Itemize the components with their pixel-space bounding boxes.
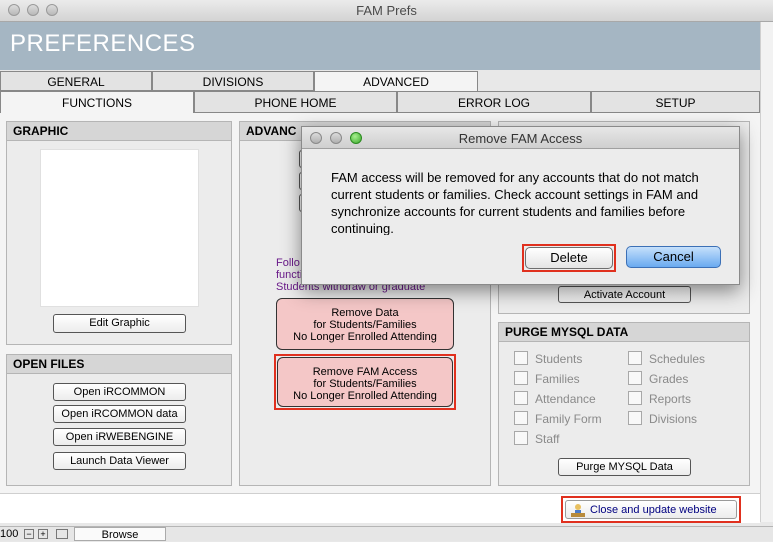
dialog-title: Remove FAM Access bbox=[458, 131, 583, 146]
cancel-button[interactable]: Cancel bbox=[626, 246, 721, 268]
tab-divisions[interactable]: DIVISIONS bbox=[152, 71, 314, 91]
family-form-checkbox[interactable] bbox=[514, 411, 528, 425]
zoom-level: 100 bbox=[0, 528, 19, 540]
graphic-heading: GRAPHIC bbox=[7, 122, 231, 141]
family-form-label: Family Form bbox=[535, 412, 602, 426]
attendance-label: Attendance bbox=[535, 392, 596, 406]
open-irwebengine-button[interactable]: Open iRWEBENGINE bbox=[53, 428, 186, 446]
upload-person-icon bbox=[571, 504, 585, 517]
reports-checkbox[interactable] bbox=[628, 391, 642, 405]
toggle-toolbar-icon[interactable] bbox=[56, 529, 68, 539]
purge-mysql-button[interactable]: Purge MYSQL Data bbox=[558, 458, 691, 476]
families-checkbox[interactable] bbox=[514, 371, 528, 385]
families-label: Families bbox=[535, 372, 580, 386]
tab-general[interactable]: GENERAL bbox=[0, 71, 152, 91]
divisions-checkbox[interactable] bbox=[628, 411, 642, 425]
purge-mysql-heading: PURGE MYSQL DATA bbox=[499, 323, 749, 342]
mode-selector[interactable]: Browse bbox=[74, 527, 166, 541]
edit-graphic-button[interactable]: Edit Graphic bbox=[53, 314, 186, 333]
open-ircommon-button[interactable]: Open iRCOMMON bbox=[53, 383, 186, 401]
staff-label: Staff bbox=[535, 432, 560, 446]
open-files-heading: OPEN FILES bbox=[7, 355, 231, 374]
open-ircommon-data-button[interactable]: Open iRCOMMON data bbox=[53, 405, 186, 423]
remove-data-button[interactable]: Remove Data for Students/Families No Lon… bbox=[276, 298, 454, 350]
staff-checkbox[interactable] bbox=[514, 431, 528, 445]
reports-label: Reports bbox=[649, 392, 692, 406]
tab-advanced[interactable]: ADVANCED bbox=[314, 71, 478, 92]
tab-setup[interactable]: SETUP bbox=[591, 91, 760, 113]
grades-checkbox[interactable] bbox=[628, 371, 642, 385]
vertical-scrollbar[interactable] bbox=[760, 22, 773, 522]
schedules-checkbox[interactable] bbox=[628, 351, 642, 365]
remove-fam-dialog: Remove FAM Access FAM access will be rem… bbox=[301, 126, 740, 285]
attendance-checkbox[interactable] bbox=[514, 391, 528, 405]
students-label: Students bbox=[535, 352, 583, 366]
divisions-label: Divisions bbox=[649, 412, 698, 426]
tab-error-log[interactable]: ERROR LOG bbox=[397, 91, 591, 113]
close-update-label: Close and update website bbox=[590, 504, 717, 516]
window-title: FAM Prefs bbox=[356, 3, 417, 18]
delete-button[interactable]: Delete bbox=[525, 247, 613, 269]
graphic-preview bbox=[40, 149, 199, 307]
page-title: PREFERENCES bbox=[10, 30, 196, 57]
launch-data-viewer-button[interactable]: Launch Data Viewer bbox=[53, 452, 186, 470]
tab-phone-home[interactable]: PHONE HOME bbox=[194, 91, 397, 113]
schedules-label: Schedules bbox=[649, 352, 706, 366]
zoom-in-icon[interactable]: + bbox=[38, 529, 48, 539]
remove-fam-access-button[interactable]: Remove FAM Access for Students/Families … bbox=[277, 357, 453, 407]
students-checkbox[interactable] bbox=[514, 351, 528, 365]
dialog-message: FAM access will be removed for any accou… bbox=[331, 170, 699, 235]
zoom-out-icon[interactable]: − bbox=[24, 529, 34, 539]
activate-account-button[interactable]: Activate Account bbox=[558, 286, 691, 303]
close-update-website-button[interactable]: Close and update website bbox=[565, 500, 737, 519]
grades-label: Grades bbox=[649, 372, 689, 386]
tab-functions[interactable]: FUNCTIONS bbox=[0, 91, 194, 113]
